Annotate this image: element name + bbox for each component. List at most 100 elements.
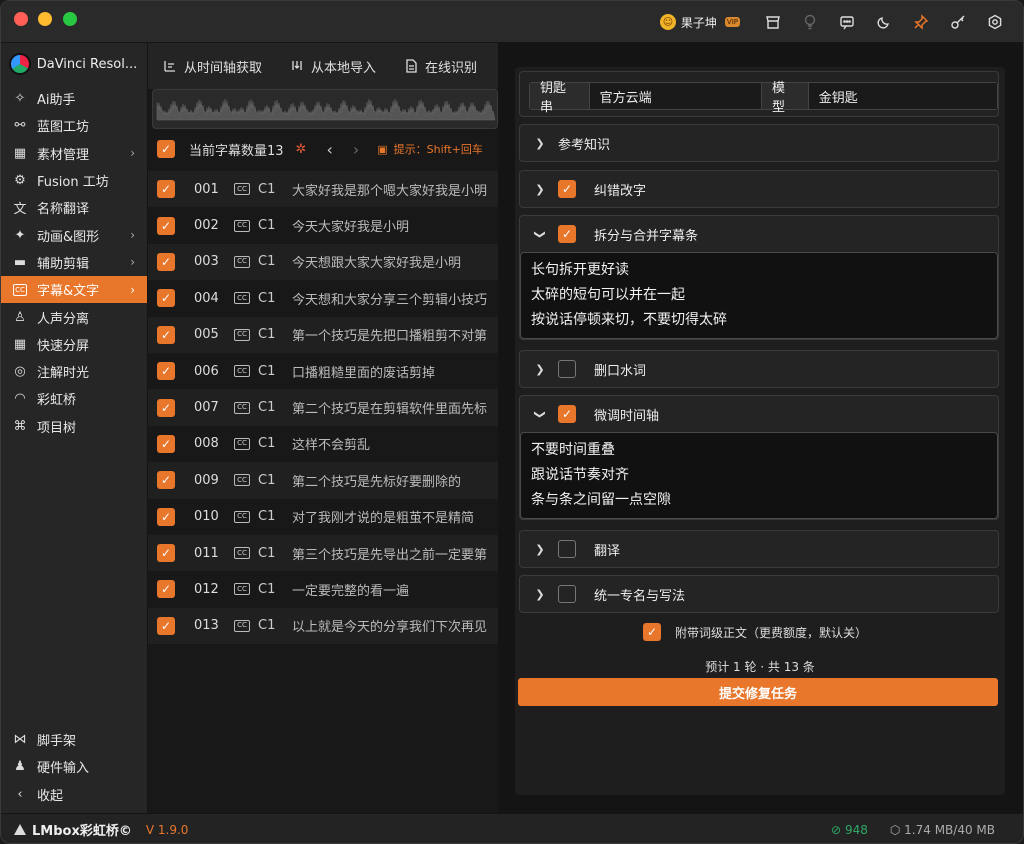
user-profile[interactable]: ☺ 果子坤 VIP: [659, 14, 740, 31]
table-row[interactable]: ✓ 006 CC C1 口播粗糙里面的废话剪掉: [148, 353, 498, 389]
split-checkbox[interactable]: ✓: [558, 225, 576, 243]
table-row[interactable]: ✓ 003 CC C1 今天想跟大家大家好我是小明: [148, 243, 498, 281]
row-text[interactable]: 对了我刚才说的是粗茧不是精简: [292, 507, 474, 526]
section-proper-names[interactable]: ❯ 统一专名与写法: [519, 575, 999, 613]
sidebar-item-animation[interactable]: ✦ 动画&图形 ›: [1, 221, 147, 248]
row-text[interactable]: 今天想和大家分享三个剪辑小技巧: [292, 289, 487, 308]
row-text[interactable]: 今天想跟大家大家好我是小明: [292, 252, 461, 271]
sidebar-item-name-translate[interactable]: 文名称翻译: [1, 194, 147, 221]
row-text[interactable]: 第三个技巧是先导出之前一定要第: [292, 544, 487, 563]
correct-checkbox[interactable]: ✓: [558, 180, 576, 198]
sidebar-item-edit-assist[interactable]: ▬ 辅助剪辑 ›: [1, 249, 147, 276]
prev-page-button[interactable]: ‹: [326, 140, 332, 159]
online-recognize-button[interactable]: 在线识别: [404, 57, 477, 76]
translate-checkbox[interactable]: [558, 540, 576, 558]
row-checkbox[interactable]: ✓: [157, 434, 175, 453]
audio-waveform[interactable]: [152, 89, 498, 129]
model-select[interactable]: 金钥匙: [808, 83, 997, 109]
section-translate[interactable]: ❯ 翻译: [519, 530, 999, 568]
submit-repair-button[interactable]: 提交修复任务: [518, 678, 998, 706]
moon-icon[interactable]: [865, 9, 902, 35]
key-icon[interactable]: [939, 9, 976, 35]
sidebar-item-project-tree[interactable]: ⌘ 项目树: [1, 413, 147, 440]
table-row[interactable]: ✓ 009 CC C1 第二个技巧是先标好要删除的: [148, 462, 498, 499]
names-checkbox[interactable]: [558, 585, 576, 603]
sidebar-item-fusion[interactable]: ⚙ Fusion 工坊: [1, 167, 147, 194]
word-level-option[interactable]: ✓ 附带词级正文（更费额度，默认关）: [643, 623, 867, 641]
row-text[interactable]: 这样不会剪乱: [292, 434, 370, 453]
table-row[interactable]: ✓ 011 CC C1 第三个技巧是先导出之前一定要第: [148, 534, 498, 572]
row-checkbox[interactable]: ✓: [157, 325, 175, 344]
row-checkbox[interactable]: ✓: [157, 471, 175, 490]
sidebar-item-split-screen[interactable]: ▦ 快速分屏: [1, 331, 147, 358]
row-text[interactable]: 第二个技巧是在剪辑软件里面先标: [292, 398, 487, 417]
row-checkbox[interactable]: ✓: [157, 362, 175, 381]
row-checkbox[interactable]: ✓: [157, 507, 175, 526]
row-text[interactable]: 口播粗糙里面的废话剪掉: [292, 362, 435, 381]
split-instructions[interactable]: 长句拆开更好读 太碎的短句可以并在一起 按说话停顿来切，不要切得太碎: [520, 252, 998, 339]
table-row[interactable]: ✓ 007 CC C1 第二个技巧是在剪辑软件里面先标: [148, 389, 498, 426]
select-all-checkbox[interactable]: ✓: [157, 140, 175, 158]
row-text[interactable]: 第二个技巧是先标好要删除的: [292, 471, 461, 490]
settings-icon[interactable]: [976, 9, 1013, 35]
row-text[interactable]: 一定要完整的看一遍: [292, 580, 409, 599]
next-page-button[interactable]: ›: [353, 140, 359, 159]
close-window-button[interactable]: [14, 12, 28, 26]
table-row[interactable]: ✓ 001 CC C1 大家好我是那个嗯大家好我是小明: [148, 171, 498, 208]
row-checkbox[interactable]: ✓: [157, 544, 175, 563]
table-row[interactable]: ✓ 010 CC C1 对了我刚才说的是粗茧不是精简: [148, 499, 498, 535]
table-row[interactable]: ✓ 008 CC C1 这样不会剪乱: [148, 426, 498, 462]
row-track: C1: [258, 290, 276, 306]
row-track: C1: [258, 545, 276, 561]
sidebar-item-hardware-input[interactable]: ♟ 硬件输入: [1, 753, 147, 780]
from-timeline-button[interactable]: 从时间轴获取: [163, 57, 262, 76]
timing-checkbox[interactable]: ✓: [558, 405, 576, 423]
sidebar-item-blueprint[interactable]: ⚯ 蓝图工坊: [1, 112, 147, 139]
from-local-button[interactable]: 从本地导入: [290, 57, 376, 76]
row-checkbox[interactable]: ✓: [157, 289, 175, 308]
minimize-window-button[interactable]: [38, 12, 52, 26]
sidebar-item-annotation[interactable]: ◎ 注解时光: [1, 358, 147, 385]
sidebar-item-collapse[interactable]: ‹ 收起: [1, 781, 147, 808]
repair-panel: 钥匙串 官方云端 模型 金钥匙 ❯ 参考知识 ❯ ✓ 纠错改字 ❯ ✓ 拆分与合并字幕条 …: [515, 67, 1005, 795]
row-checkbox[interactable]: ✓: [157, 580, 175, 599]
keychain-select[interactable]: 官方云端: [589, 83, 763, 109]
sidebar-item-voice-separation[interactable]: ♙ 人声分离: [1, 303, 147, 330]
row-checkbox[interactable]: ✓: [157, 180, 175, 199]
timing-instructions[interactable]: 不要时间重叠 跟说话节奏对齐 条与条之间留一点空隙: [520, 432, 998, 519]
app-selector[interactable]: DaVinci Resol...: [1, 43, 147, 85]
table-row[interactable]: ✓ 013 CC C1 以上就是今天的分享我们下次再见: [148, 607, 498, 645]
sidebar-item-rainbow[interactable]: ◠ 彩虹桥: [1, 385, 147, 412]
store-icon[interactable]: [754, 9, 791, 35]
row-text[interactable]: 第一个技巧是先把口播粗剪不对第: [292, 325, 487, 344]
bug-icon[interactable]: ✲: [296, 142, 307, 157]
row-checkbox[interactable]: ✓: [157, 216, 175, 235]
row-text[interactable]: 以上就是今天的分享我们下次再见: [292, 616, 487, 635]
table-row[interactable]: ✓ 002 CC C1 今天大家好我是小明: [148, 207, 498, 243]
online-recognize-label: 在线识别: [425, 60, 478, 76]
row-checkbox[interactable]: ✓: [157, 398, 175, 417]
save-icon[interactable]: ▣: [377, 143, 387, 156]
section-timing[interactable]: ❯ ✓ 微调时间轴 不要时间重叠 跟说话节奏对齐 条与条之间留一点空隙: [519, 395, 999, 520]
message-icon[interactable]: [828, 9, 865, 35]
table-row[interactable]: ✓ 004 CC C1 今天想和大家分享三个剪辑小技巧: [148, 280, 498, 316]
section-split-merge[interactable]: ❯ ✓ 拆分与合并字幕条 长句拆开更好读 太碎的短句可以并在一起 按说话停顿来切，不…: [519, 215, 999, 340]
sidebar-item-scaffold[interactable]: ⋈ 脚手架: [1, 726, 147, 753]
row-text[interactable]: 今天大家好我是小明: [292, 216, 409, 235]
section-correct[interactable]: ❯ ✓ 纠错改字: [519, 170, 999, 208]
row-checkbox[interactable]: ✓: [157, 616, 175, 635]
sidebar-item-ai-assistant[interactable]: ✧ Ai助手: [1, 85, 147, 112]
row-text[interactable]: 大家好我是那个嗯大家好我是小明: [292, 180, 487, 199]
table-row[interactable]: ✓ 005 CC C1 第一个技巧是先把口播粗剪不对第: [148, 316, 498, 353]
sidebar-item-assets[interactable]: ▦ 素材管理 ›: [1, 140, 147, 167]
section-filler-words[interactable]: ❯ 删口水词: [519, 350, 999, 388]
word-level-checkbox[interactable]: ✓: [643, 623, 661, 641]
row-checkbox[interactable]: ✓: [157, 252, 175, 271]
table-row[interactable]: ✓ 012 CC C1 一定要完整的看一遍: [148, 571, 498, 607]
sidebar-item-subtitles[interactable]: CC 字幕&文字 ›: [1, 276, 147, 304]
section-reference[interactable]: ❯ 参考知识: [519, 124, 999, 162]
pin-icon[interactable]: [902, 9, 939, 35]
lightbulb-icon[interactable]: [791, 9, 828, 35]
maximize-window-button[interactable]: [63, 12, 77, 26]
filler-checkbox[interactable]: [558, 360, 576, 378]
